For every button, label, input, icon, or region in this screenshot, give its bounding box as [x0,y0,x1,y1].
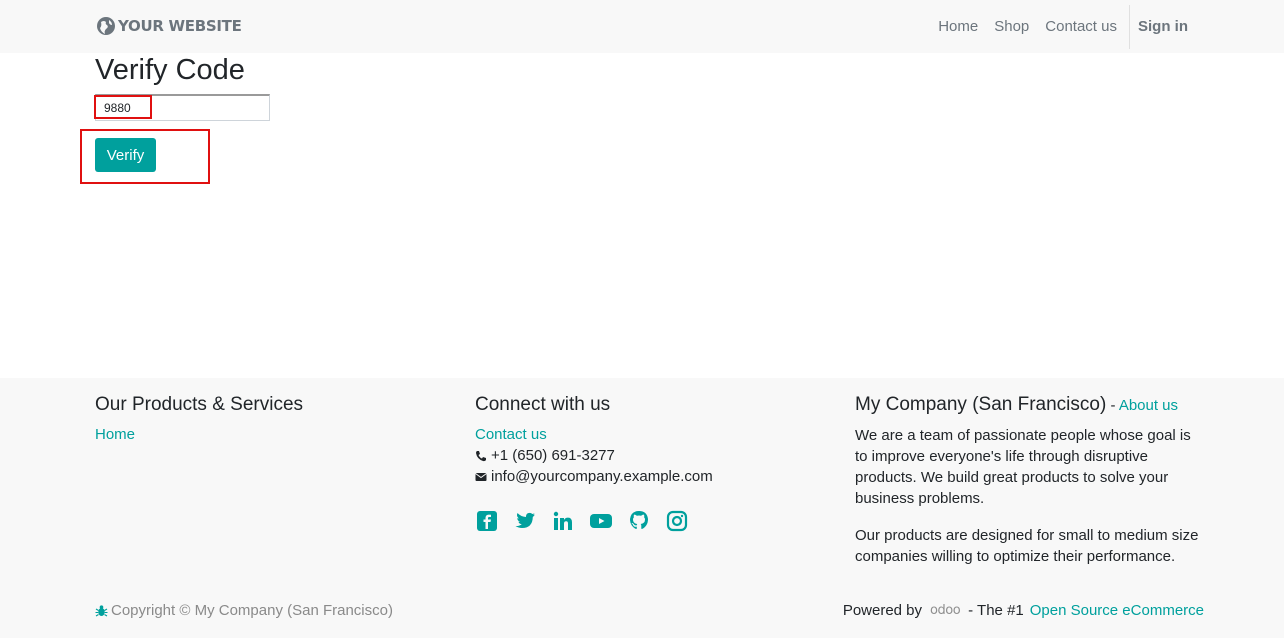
verification-code-input[interactable] [95,94,270,121]
envelope-icon [475,472,487,481]
linkedin-icon[interactable] [551,509,575,533]
phone-icon [476,450,486,461]
powered-by: Powered by odoo - The #1 Open Source eCo… [843,602,1204,619]
email-line: info@yourcompany.example.com [475,466,713,487]
footer: Our Products & Services Home Connect wit… [0,378,1284,638]
phone-text: +1 (650) 691-3277 [491,447,615,464]
twitter-icon[interactable] [513,509,537,533]
nav-home[interactable]: Home [930,18,986,35]
nav-contact-us[interactable]: Contact us [1037,18,1125,35]
company-description-1: We are a team of passionate people whose… [855,427,1191,507]
instagram-icon[interactable] [665,509,689,533]
company-heading: My Company (San Francisco) - About us [855,394,1205,417]
heading-separator: - [1106,397,1119,414]
verify-button[interactable]: Verify [95,138,156,172]
logo-text: YOUR WEBSITE [118,17,242,35]
facebook-icon[interactable] [475,509,499,533]
top-navbar: YOUR WEBSITE Home Shop Contact us Sign i… [0,0,1284,53]
odoo-logo[interactable]: odoo [930,603,961,618]
company-name: My Company (San Francisco) [855,394,1107,415]
products-heading: Our Products & Services [95,394,304,415]
footer-company-column: My Company (San Francisco) - About us We… [855,394,1205,583]
company-description-2: Our products are designed for small to m… [855,527,1199,565]
copyright: Copyright © My Company (San Francisco) [95,602,393,619]
powered-by-label: Powered by [842,602,923,619]
email-text: info@yourcompany.example.com [491,468,713,485]
site-logo[interactable]: YOUR WEBSITE [96,13,242,39]
youtube-icon[interactable] [589,509,613,533]
page-title: Verify Code [95,54,245,86]
footer-contact-link[interactable]: Contact us [475,426,547,443]
bug-icon [95,605,108,617]
footer-connect-column: Connect with us Contact us +1 (650) 691-… [475,394,713,533]
main-menu: Home Shop Contact us Sign in [930,0,1196,53]
tagline-text: - The #1 [968,602,1024,619]
github-icon[interactable] [627,509,651,533]
nav-shop[interactable]: Shop [986,18,1037,35]
social-links [475,509,713,533]
copyright-text: Copyright © My Company (San Francisco) [111,602,393,619]
phone-line: +1 (650) 691-3277 [475,445,713,466]
about-us-link[interactable]: About us [1119,397,1178,414]
nav-divider [1129,4,1130,49]
nav-sign-in[interactable]: Sign in [1138,18,1196,35]
globe-icon [97,17,115,35]
ecommerce-link[interactable]: Open Source eCommerce [1030,602,1204,619]
footer-products-column: Our Products & Services Home [95,394,303,445]
connect-heading: Connect with us [475,394,611,415]
footer-home-link[interactable]: Home [95,426,135,443]
